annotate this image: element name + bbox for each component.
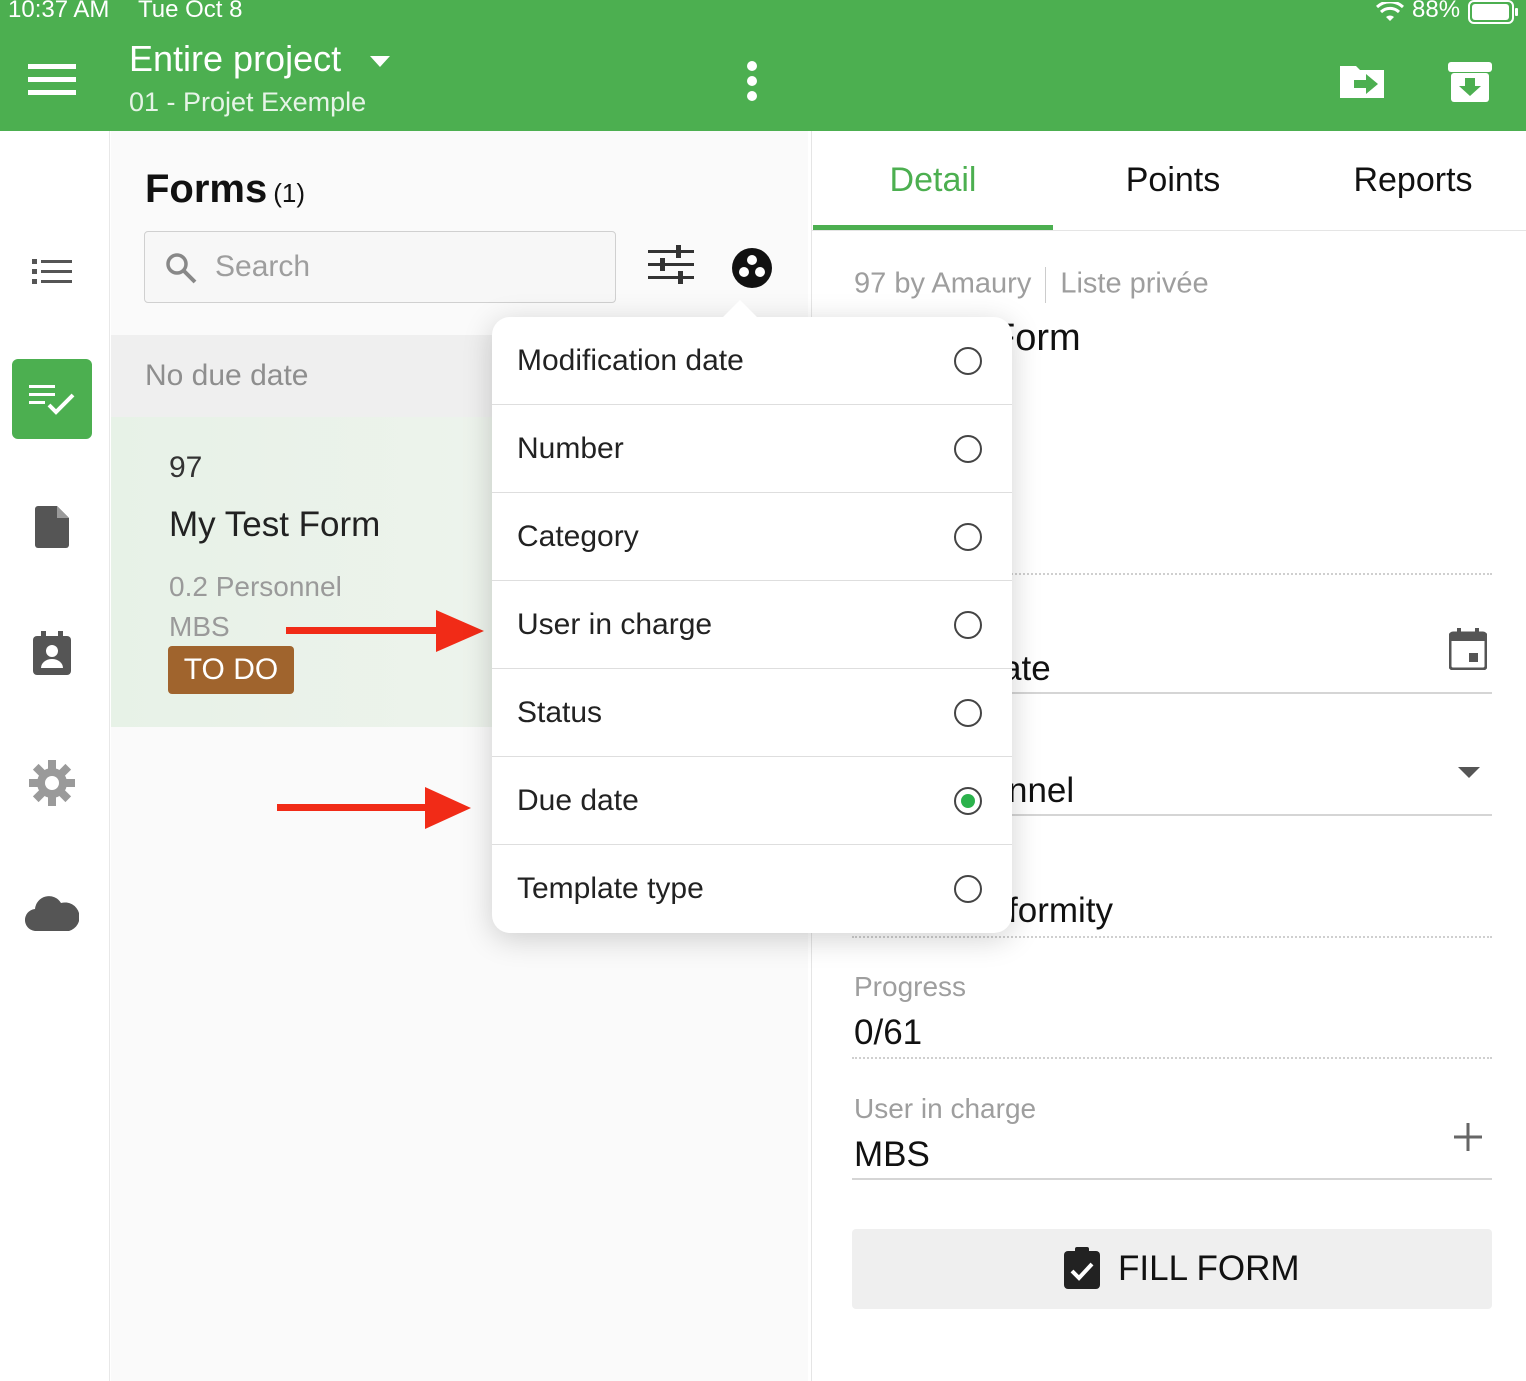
sidebar-item-settings[interactable] [12,743,92,823]
sort-option-label: Status [517,696,603,729]
progress-label: Progress [854,971,967,1002]
sort-option-label: User in charge [517,608,713,641]
cloud-icon [25,896,79,931]
sort-popover: Modification date Number Category User in c… [492,300,1012,933]
sort-option[interactable]: Category [492,493,1012,581]
form-category: 0.2 Personnel [169,571,342,602]
tab-points[interactable]: Points [1053,161,1293,200]
sort-option-label: Category [517,520,639,553]
radio-icon[interactable] [954,875,982,903]
radio-icon[interactable] [954,523,982,551]
divider [852,936,1492,938]
hamburger-icon [28,64,76,95]
user-underline [852,1178,1492,1180]
add-user-icon[interactable] [1454,1123,1482,1151]
sort-option[interactable]: Modification date [492,317,1012,405]
status-time: 10:37 AM [8,0,110,23]
progress-value: 0/61 [854,1013,923,1052]
sliders-icon [648,245,694,284]
sidebar-item-forms[interactable] [12,359,92,439]
document-icon [35,506,69,548]
tab-divider [812,230,1526,231]
sort-option[interactable]: Number [492,405,1012,493]
red-arrow-annotation [277,787,471,829]
battery-icon [1468,0,1518,24]
conformity-field: formity [1008,891,1113,930]
sort-button[interactable] [731,247,773,289]
project-subtitle: 01 - Projet Exemple [129,87,367,117]
radio-selected-icon[interactable] [954,787,982,815]
tab-reports[interactable]: Reports [1293,161,1526,200]
red-arrow-annotation [286,610,484,652]
more-options-button[interactable] [736,58,768,104]
status-badge: TO DO [168,646,294,694]
sidebar-item-sync[interactable] [12,873,92,953]
contact-icon [33,631,71,675]
wifi-icon [1376,2,1404,21]
user-in-charge-label: User in charge [854,1093,1037,1124]
fill-form-label: FILL FORM [1118,1249,1300,1288]
calendar-icon[interactable] [1449,628,1487,670]
search-input[interactable]: Search [144,231,616,303]
checklist-icon [29,385,75,415]
sort-option-label: Modification date [517,344,744,377]
status-date: Tue Oct 8 [138,0,243,23]
chevron-down-icon [370,56,390,67]
list-icon [32,259,72,284]
radio-icon[interactable] [954,611,982,639]
tab-detail[interactable]: Detail [813,161,1053,200]
search-placeholder: Search [215,250,311,283]
form-number: 97 [169,451,203,484]
more-vertical-icon [747,61,757,101]
sort-option[interactable]: Due date [492,757,1012,845]
sort-grouping-icon [732,248,772,288]
menu-button[interactable] [28,60,76,100]
group-label: No due date [145,359,309,392]
meta-list: Liste privée [1060,267,1209,300]
forms-count: (1) [273,178,306,208]
meta-author: 97 by Amaury [854,267,1032,300]
user-in-charge-value: MBS [854,1135,930,1174]
sort-option-label: Number [517,432,624,465]
forms-heading: Forms (1) [145,167,305,212]
archive-download-icon [1448,62,1492,102]
project-title: Entire project [129,38,342,79]
search-icon [166,253,197,284]
clipboard-check-icon [1064,1247,1100,1289]
gear-icon [29,760,75,806]
sidebar-item-contacts[interactable] [12,613,92,693]
archive-button[interactable] [1448,58,1492,104]
radio-icon[interactable] [954,347,982,375]
dropdown-arrow-icon[interactable] [1458,767,1480,779]
app-bar: 10:37 AM Tue Oct 8 88% Entire project 01… [0,0,1526,131]
sidebar-item-documents[interactable] [12,487,92,567]
battery-percent: 88% [1412,0,1461,23]
sidebar-item-list[interactable] [12,231,92,311]
folder-export-icon [1340,66,1384,98]
forms-title: Forms [145,167,268,211]
sort-option[interactable]: User in charge [492,581,1012,669]
sidebar [0,131,110,1381]
export-button[interactable] [1338,60,1388,102]
fill-form-button[interactable]: FILL FORM [852,1229,1492,1309]
form-user: MBS [169,611,230,642]
divider [852,1057,1492,1059]
meta-separator [1045,267,1047,303]
category-field[interactable]: nnel [1008,771,1074,811]
form-title: My Test Form [169,505,381,544]
filter-button[interactable] [648,245,694,285]
radio-icon[interactable] [954,435,982,463]
form-meta: 97 by Amaury Liste privée [854,267,1209,303]
sort-option-label: Due date [517,784,639,817]
sort-option-label: Template type [517,872,704,905]
sort-option[interactable]: Status [492,669,1012,757]
sort-option[interactable]: Template type [492,845,1012,933]
radio-icon[interactable] [954,699,982,727]
